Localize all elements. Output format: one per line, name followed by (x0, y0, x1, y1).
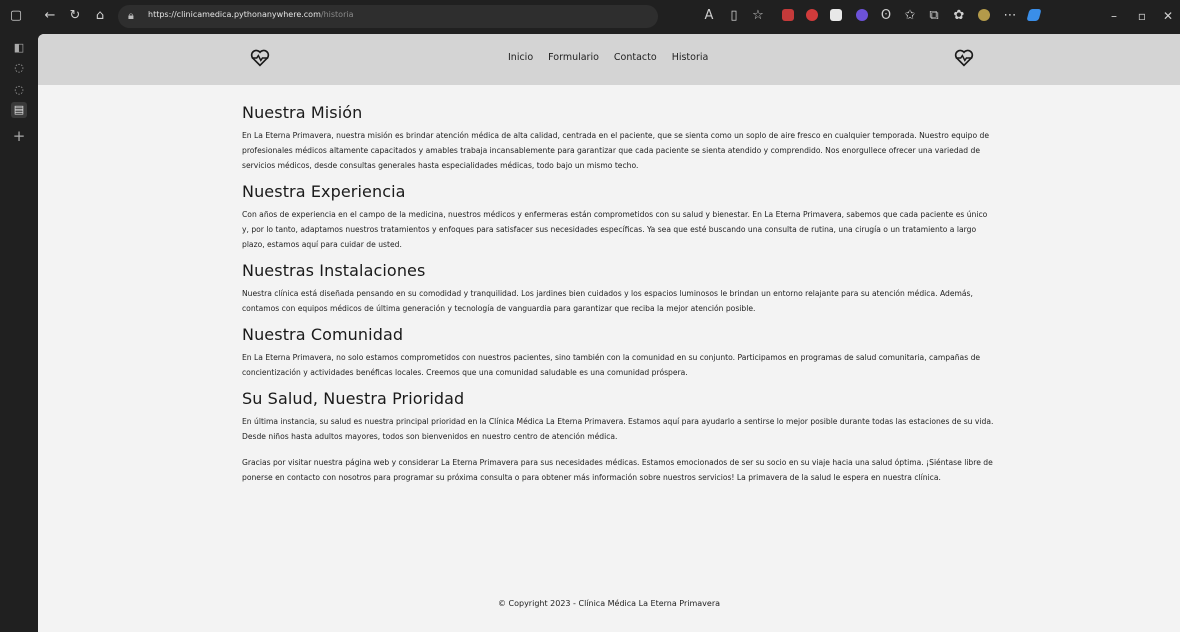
history-content: Nuestra Misión En La Eterna Primavera, n… (242, 103, 994, 494)
section-text-experiencia: Con años de experiencia en el campo de l… (242, 210, 988, 249)
loading-tab-icon[interactable]: ◌ (11, 82, 27, 98)
section-text-mision: En La Eterna Primavera, nuestra misión e… (242, 131, 989, 170)
section-text-comunidad: En La Eterna Primavera, no solo estamos … (242, 353, 981, 377)
nav-contacto[interactable]: Contacto (614, 52, 657, 63)
site-footer: © Copyright 2023 - Clínica Médica La Ete… (497, 599, 721, 608)
section-title-comunidad: Nuestra Comunidad (242, 325, 404, 344)
browser-toolbar: ▢ ← ↻ ⌂ 🔒︎ https://clinicamedica.pythona… (0, 0, 1180, 34)
url-text[interactable]: https://clinicamedica.pythonanywhere.com… (148, 10, 353, 19)
extension-icon[interactable] (856, 9, 868, 21)
back-arrow-icon[interactable]: ← (42, 8, 58, 24)
collections-icon[interactable]: ⧉ (926, 8, 942, 24)
extension-icon[interactable] (806, 9, 818, 21)
minimize-icon[interactable]: – (1106, 8, 1122, 24)
maximize-icon[interactable]: ▫ (1134, 8, 1150, 24)
section-text-instalaciones: Nuestra clínica está diseñada pensando e… (242, 289, 973, 313)
page-viewport: Inicio Formulario Contacto Historia Nues… (38, 34, 1180, 632)
extension-icon[interactable] (830, 9, 842, 21)
extension-icon[interactable]: ʘ (878, 8, 894, 24)
home-icon[interactable]: ⌂ (92, 8, 108, 24)
adblock-extension-icon[interactable] (782, 9, 794, 21)
closing-paragraph: Gracias por visitar nuestra página web y… (242, 458, 993, 482)
more-menu-icon[interactable]: ⋯ (1002, 8, 1018, 24)
section-text-prioridad: En última instancia, su salud es nuestra… (242, 417, 994, 441)
section-title-instalaciones: Nuestras Instalaciones (242, 261, 426, 280)
document-tab-icon[interactable]: ▤ (11, 102, 27, 118)
vertical-tabs-strip: ◧ ◌ ◌ ▤ + (0, 34, 38, 632)
site-header: Inicio Formulario Contacto Historia (38, 34, 1180, 85)
heartbeat-heart-icon[interactable] (250, 49, 270, 67)
heartbeat-heart-icon[interactable] (954, 49, 974, 67)
new-tab-plus-icon[interactable]: + (11, 128, 27, 144)
lock-icon: 🔒︎ (128, 9, 134, 22)
nav-inicio[interactable]: Inicio (508, 52, 533, 63)
copilot-icon[interactable] (1026, 9, 1042, 21)
section-title-mision: Nuestra Misión (242, 103, 363, 122)
section-title-experiencia: Nuestra Experiencia (242, 182, 406, 201)
tab-actions-icon[interactable]: ▢ (8, 8, 24, 24)
main-nav: Inicio Formulario Contacto Historia (508, 52, 708, 63)
favorites-icon[interactable]: ✩ (902, 8, 918, 24)
section-title-prioridad: Su Salud, Nuestra Prioridad (242, 389, 465, 408)
favorite-star-icon[interactable]: ☆ (750, 8, 766, 24)
read-aloud-icon[interactable]: A (701, 8, 717, 24)
immersive-reader-icon[interactable]: ▯ (726, 8, 742, 24)
extensions-puzzle-icon[interactable]: ✿ (951, 8, 967, 24)
address-bar[interactable]: 🔒︎ https://clinicamedica.pythonanywhere.… (118, 5, 658, 28)
loading-tab-icon[interactable]: ◌ (11, 60, 27, 76)
tab-icon[interactable]: ◧ (11, 40, 27, 56)
nav-formulario[interactable]: Formulario (548, 52, 599, 63)
refresh-icon[interactable]: ↻ (67, 8, 83, 24)
close-icon[interactable]: ✕ (1160, 8, 1176, 24)
nav-historia[interactable]: Historia (672, 52, 709, 63)
profile-avatar[interactable] (978, 9, 990, 21)
